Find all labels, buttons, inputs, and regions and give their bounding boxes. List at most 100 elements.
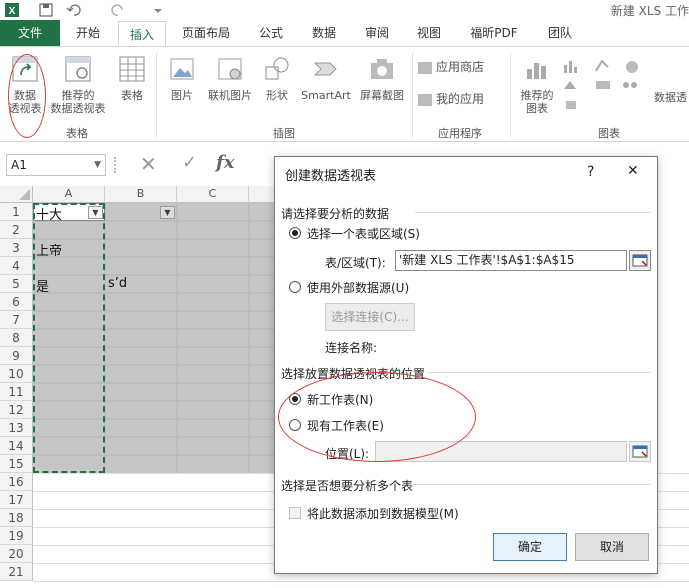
cell-a3[interactable]: 上帝 [36,240,62,259]
chart-type-icons[interactable] [562,55,654,115]
label-add-to-data-model: 将此数据添加到数据模型(M) [307,507,459,521]
tab-view[interactable]: 视图 [406,20,452,46]
select-all-corner[interactable] [0,186,33,203]
label-external-source: 使用外部数据源(U) [307,281,410,295]
row-header[interactable]: 7 [0,311,33,329]
row-header[interactable]: 2 [0,221,33,239]
row-header[interactable]: 14 [0,437,33,455]
row-header[interactable]: 10 [0,365,33,383]
tab-team[interactable]: 团队 [536,20,584,46]
row-header[interactable]: 12 [0,401,33,419]
group-charts-label: 图表 [598,127,620,140]
online-picture-button[interactable]: 联机图片 [202,55,258,102]
app-store-button[interactable]: 应用商店 [418,61,494,74]
row-header[interactable]: 1 [0,203,33,221]
row-header[interactable]: 15 [0,455,33,473]
cancel-button[interactable]: 取消 [575,533,649,561]
section-multiple-tables: 选择是否想要分析多个表 [281,479,414,493]
radio-select-range[interactable] [289,227,301,239]
table-button[interactable]: 表格 [116,55,148,102]
row-header[interactable]: 4 [0,257,33,275]
row-header[interactable]: 16 [0,473,33,491]
row-header[interactable]: 11 [0,383,33,401]
range-picker-icon [632,445,648,458]
cell-a5[interactable]: 是 [36,276,49,295]
pivot-chart-button[interactable]: 数据透 [654,91,689,104]
tab-data[interactable]: 数据 [300,20,348,46]
cell-b5[interactable]: s’d [108,276,127,291]
row-header[interactable]: 21 [0,563,33,581]
column-header-a[interactable]: A [33,186,105,203]
column-header-d[interactable] [249,186,275,203]
tab-page-layout[interactable]: 页面布局 [170,20,242,46]
tab-file[interactable]: 文件 [0,20,60,46]
divider [427,372,651,373]
formula-bar-grip [114,157,118,173]
row-header[interactable]: 9 [0,347,33,365]
name-box-dropdown-icon[interactable]: ▼ [94,155,101,175]
row-header[interactable]: 19 [0,527,33,545]
redo-icon[interactable] [110,2,126,18]
undo-icon[interactable] [66,2,82,18]
tab-formulas[interactable]: 公式 [246,20,296,46]
row-header[interactable]: 18 [0,509,33,527]
column-header-b[interactable]: B [105,186,177,203]
recommended-pivot-icon [65,56,91,82]
store-icon [418,62,432,74]
ok-button[interactable]: 确定 [493,533,567,561]
filter-dropdown-b1[interactable]: ▼ [160,206,175,219]
create-pivot-table-dialog: 创建数据透视表 ? ✕ 请选择要分析的数据 选择一个表或区域(S) 表/区域(T… [274,156,658,574]
recommended-pivot-button[interactable]: 推荐的 数据透视表 [46,55,110,115]
shapes-icon [265,57,289,80]
excel-window: X 新建 XLS 工作 文件 开始 插入 页面布局 公式 数据 审阅 视图 福昕… [0,0,689,588]
divider [413,484,651,485]
recommended-charts-button[interactable]: 推荐的 图表 [516,55,558,115]
annotation-ellipse-pivot [8,54,46,138]
row-header[interactable]: 5 [0,275,33,293]
tab-foxit-pdf[interactable]: 福昕PDF [456,20,532,46]
ribbon-separator [156,53,157,137]
close-button[interactable]: ✕ [627,163,639,179]
row-header[interactable]: 8 [0,329,33,347]
row-header[interactable]: 17 [0,491,33,509]
customize-qat-icon[interactable] [150,2,166,18]
tab-insert[interactable]: 插入 [118,21,166,47]
screenshot-icon [371,59,393,79]
location-collapse-button[interactable] [629,441,651,462]
label-table-range: 表/区域(T): [325,256,386,270]
cell-a1[interactable]: 十大 [36,204,62,223]
table-range-input[interactable]: '新建 XLS 工作表'!$A$1:$A$15 [395,250,627,271]
radio-external-source[interactable] [289,281,301,293]
picture-button[interactable]: 图片 [164,55,200,102]
column-header-c[interactable]: C [177,186,249,203]
name-box[interactable]: A1 ▼ [6,154,106,176]
choose-connection-button[interactable]: 选择连接(C)... [325,303,415,331]
recommended-charts-icon [527,63,546,79]
label-select-range: 选择一个表或区域(S) [307,227,420,241]
confirm-entry-icon[interactable]: ✓ [182,152,197,173]
row-header[interactable]: 3 [0,239,33,257]
table-icon [119,56,145,82]
shapes-button[interactable]: 形状 [260,55,294,102]
save-icon[interactable] [38,2,54,18]
row-header[interactable]: 13 [0,419,33,437]
help-button[interactable]: ? [587,164,594,180]
ribbon-separator [412,53,413,137]
row-header[interactable]: 6 [0,293,33,311]
picture-icon [170,58,194,80]
range-picker-icon [632,254,648,267]
my-apps-button[interactable]: 我的应用 [418,93,494,106]
annotation-ellipse-location [278,372,476,462]
smartart-button[interactable]: SmartArt [298,55,354,102]
checkbox-add-to-data-model[interactable] [289,507,301,519]
filter-dropdown-a1[interactable]: ▼ [88,206,103,219]
tab-review[interactable]: 审阅 [352,20,402,46]
row-header[interactable]: 20 [0,545,33,563]
tab-home[interactable]: 开始 [62,20,114,46]
range-collapse-button[interactable] [629,250,651,271]
smartart-icon [313,62,337,76]
title-bar: X 新建 XLS 工作 [0,0,689,20]
insert-function-icon[interactable]: fx [216,152,234,173]
cancel-entry-icon[interactable]: ✕ [140,152,157,176]
screenshot-button[interactable]: 屏幕截图 [356,55,408,102]
